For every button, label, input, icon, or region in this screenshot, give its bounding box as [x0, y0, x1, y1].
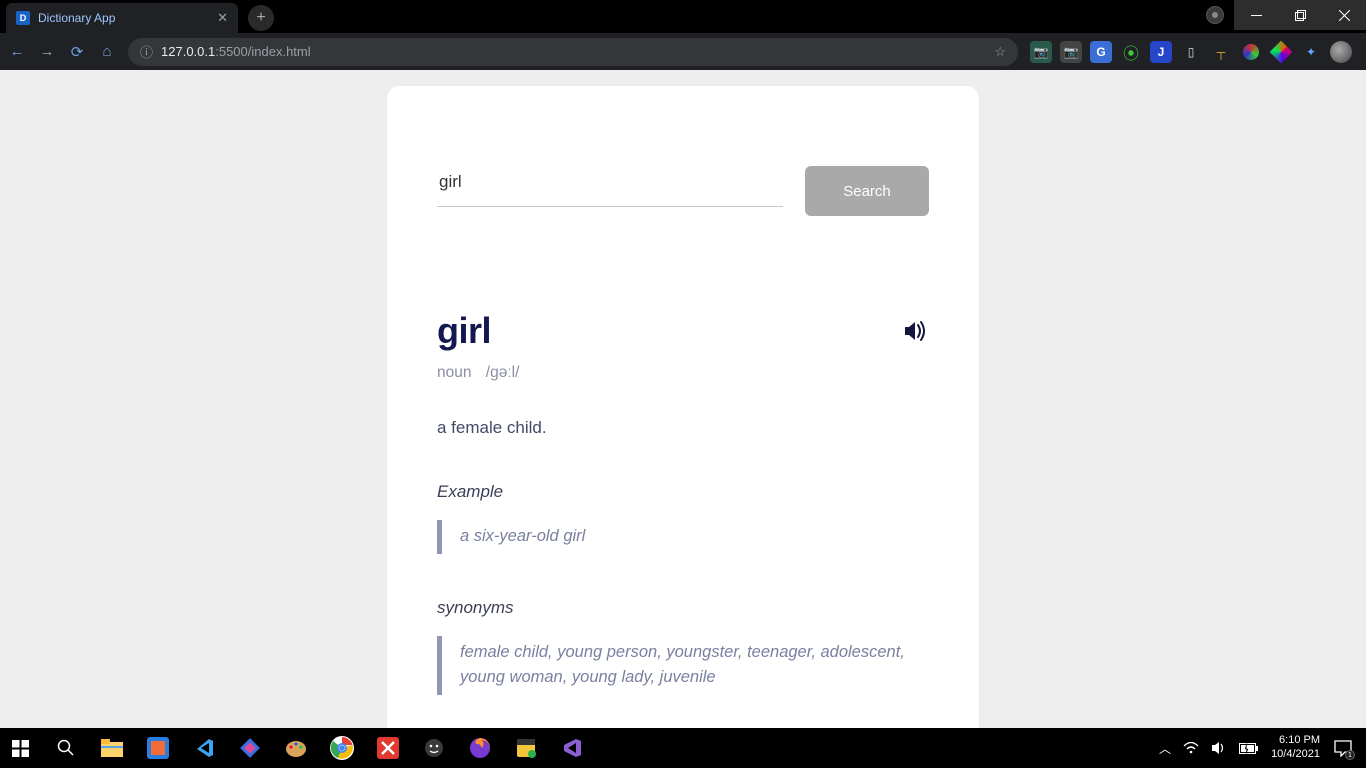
browser-chrome: D Dictionary App ✕ + ← → ⟳ ⌂ ⓘ 127.0.0.1… [0, 0, 1366, 70]
extension-icon[interactable]: ┬ [1210, 41, 1232, 63]
volume-icon[interactable] [1211, 741, 1227, 755]
window-controls [1196, 0, 1366, 30]
app-icon[interactable] [376, 736, 400, 760]
extension-icon[interactable]: G [1090, 41, 1112, 63]
tab-close-icon[interactable]: ✕ [217, 10, 228, 26]
result-word: girl [437, 310, 491, 352]
account-indicator-icon[interactable] [1196, 0, 1234, 30]
vscode-icon[interactable] [192, 736, 216, 760]
extension-icon[interactable]: J [1150, 41, 1172, 63]
app-icon[interactable] [514, 736, 538, 760]
phonetic: /ɡəːl/ [486, 364, 520, 381]
maximize-button[interactable] [1278, 0, 1322, 30]
profile-avatar[interactable] [1330, 41, 1352, 63]
notification-badge: 1 [1345, 750, 1355, 760]
close-window-button[interactable] [1322, 0, 1366, 30]
reload-icon[interactable]: ⟳ [68, 43, 86, 61]
example-heading: Example [437, 482, 929, 502]
word-meta: noun /ɡəːl/ [437, 364, 929, 382]
tab-title: Dictionary App [38, 11, 209, 25]
firefox-icon[interactable] [468, 736, 492, 760]
extensions-menu-icon[interactable]: ✦ [1300, 41, 1322, 63]
word-row: girl [437, 310, 929, 352]
battery-icon[interactable] [1239, 743, 1259, 754]
clock-time: 6:10 PM [1271, 734, 1320, 748]
app-icon[interactable] [422, 736, 446, 760]
system-tray: ︿ 6:10 PM 10/4/2021 1 [1159, 734, 1358, 762]
search-button[interactable]: Search [805, 166, 929, 216]
clock[interactable]: 6:10 PM 10/4/2021 [1271, 734, 1320, 762]
new-tab-button[interactable]: + [248, 5, 274, 31]
dictionary-card: Search girl noun /ɡəːl/ a female child. … [387, 86, 979, 755]
extension-icon[interactable]: ▯ [1180, 41, 1202, 63]
paint-icon[interactable] [284, 736, 308, 760]
synonyms-heading: synonyms [437, 598, 929, 618]
example-text: a six-year-old girl [437, 520, 929, 554]
tray-chevron-icon[interactable]: ︿ [1159, 740, 1171, 757]
home-icon[interactable]: ⌂ [98, 43, 116, 60]
extension-icon[interactable]: 📷 [1030, 41, 1052, 63]
wifi-icon[interactable] [1183, 742, 1199, 754]
extensions-row: 📷 📷 G ⦿ J ▯ ┬ ✦ [1030, 41, 1358, 63]
tab-strip: D Dictionary App ✕ + [0, 0, 1366, 33]
minimize-button[interactable] [1234, 0, 1278, 30]
word-input[interactable] [437, 166, 783, 207]
extension-icon[interactable] [1240, 41, 1262, 63]
chrome-icon[interactable] [330, 736, 354, 760]
url-text: 127.0.0.1:5500/index.html [161, 44, 311, 59]
forward-icon[interactable]: → [38, 43, 56, 60]
definition-text: a female child. [437, 418, 929, 438]
taskbar: ︿ 6:10 PM 10/4/2021 1 [0, 728, 1366, 768]
start-button[interactable] [8, 736, 32, 760]
extension-icon[interactable]: 📷 [1060, 41, 1082, 63]
part-of-speech: noun [437, 364, 471, 381]
taskbar-apps [8, 736, 584, 760]
app-icon[interactable] [238, 736, 262, 760]
visual-studio-icon[interactable] [560, 736, 584, 760]
address-bar[interactable]: ⓘ 127.0.0.1:5500/index.html ☆ [128, 38, 1018, 66]
tab-favicon-icon: D [16, 11, 30, 25]
clock-date: 10/4/2021 [1271, 748, 1320, 762]
back-icon[interactable]: ← [8, 43, 26, 60]
search-icon[interactable] [54, 736, 78, 760]
extension-icon[interactable]: ⦿ [1120, 41, 1142, 63]
bookmark-star-icon[interactable]: ☆ [994, 44, 1006, 60]
site-info-icon[interactable]: ⓘ [140, 42, 153, 61]
notifications-icon[interactable]: 1 [1332, 737, 1354, 759]
search-row: Search [437, 166, 929, 216]
result-block: girl noun /ɡəːl/ a female child. Example… [437, 310, 929, 695]
extension-icon[interactable] [1270, 41, 1292, 63]
pronounce-button[interactable] [903, 320, 929, 342]
browser-tab[interactable]: D Dictionary App ✕ [6, 3, 238, 33]
app-icon[interactable] [146, 736, 170, 760]
synonyms-text: female child, young person, youngster, t… [437, 636, 929, 695]
file-explorer-icon[interactable] [100, 736, 124, 760]
toolbar: ← → ⟳ ⌂ ⓘ 127.0.0.1:5500/index.html ☆ 📷 … [0, 33, 1366, 70]
page-viewport: Search girl noun /ɡəːl/ a female child. … [0, 70, 1366, 728]
